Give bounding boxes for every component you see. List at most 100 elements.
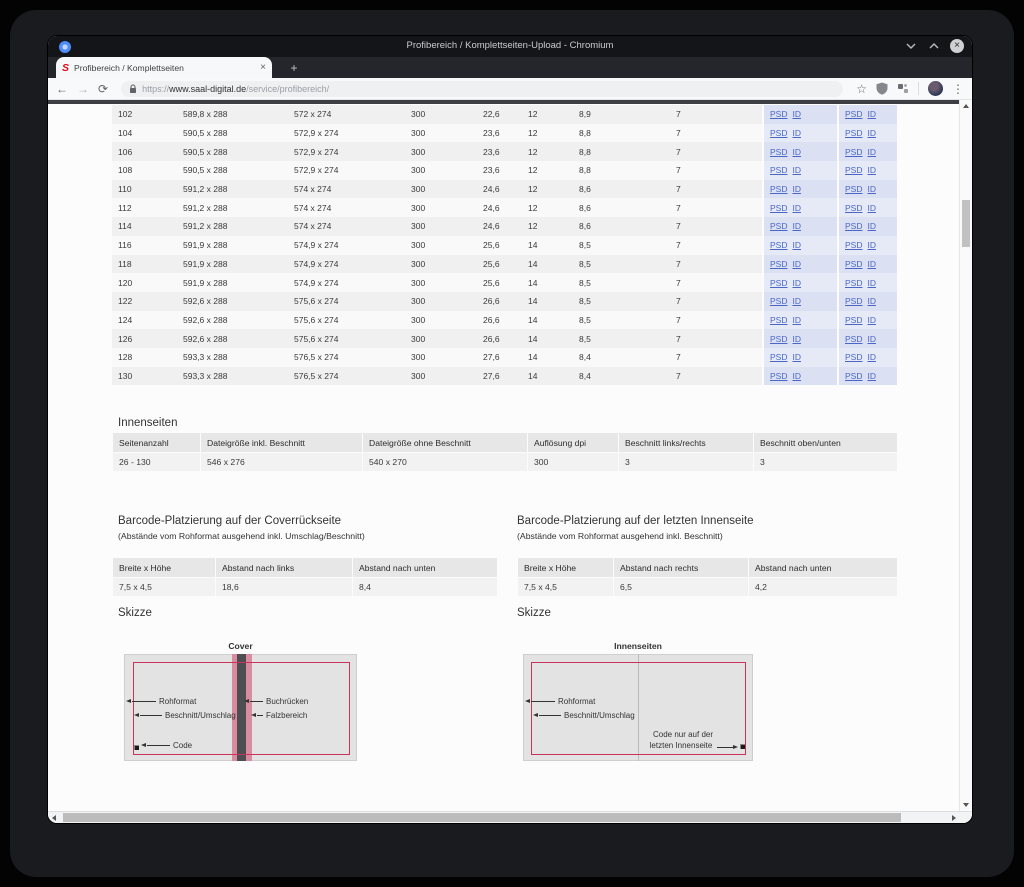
horizontal-scroll-thumb[interactable] <box>63 813 901 822</box>
psd-link[interactable]: PSD <box>845 371 862 381</box>
psd-link[interactable]: PSD <box>770 259 787 269</box>
id-link[interactable]: ID <box>867 240 876 250</box>
download-links-cell: PSD ID <box>837 124 897 143</box>
id-link[interactable]: ID <box>867 315 876 325</box>
table-cell: 592,6 x 288 <box>177 292 288 311</box>
scroll-right-icon[interactable] <box>952 815 956 821</box>
window-titlebar[interactable]: Profibereich / Komplettseiten-Upload - C… <box>48 36 972 57</box>
arrow-line <box>250 701 263 702</box>
id-link[interactable]: ID <box>792 371 801 381</box>
psd-link[interactable]: PSD <box>770 296 787 306</box>
maximize-chevron-icon[interactable] <box>927 39 941 53</box>
id-link[interactable]: ID <box>867 184 876 194</box>
id-link[interactable]: ID <box>867 352 876 362</box>
psd-link[interactable]: PSD <box>845 184 862 194</box>
psd-link[interactable]: PSD <box>770 278 787 288</box>
bookmark-star-icon[interactable]: ☆ <box>856 83 867 95</box>
id-link[interactable]: ID <box>792 278 801 288</box>
id-link[interactable]: ID <box>867 165 876 175</box>
psd-link[interactable]: PSD <box>845 315 862 325</box>
id-link[interactable]: ID <box>792 259 801 269</box>
vertical-scroll-thumb[interactable] <box>962 200 970 247</box>
psd-link[interactable]: PSD <box>770 334 787 344</box>
id-link[interactable]: ID <box>792 315 801 325</box>
table-cell: 590,5 x 288 <box>177 161 288 180</box>
id-link[interactable]: ID <box>867 147 876 157</box>
address-bar[interactable]: https://www.saal-digital.de/service/prof… <box>121 81 843 97</box>
id-link[interactable]: ID <box>867 221 876 231</box>
psd-link[interactable]: PSD <box>770 221 787 231</box>
back-icon[interactable]: ← <box>56 83 68 95</box>
new-tab-button[interactable]: + <box>286 60 302 76</box>
download-links-cell: PSD ID <box>762 124 837 143</box>
psd-link[interactable]: PSD <box>770 165 787 175</box>
id-link[interactable]: ID <box>867 278 876 288</box>
adblock-shield-icon[interactable] <box>876 82 888 95</box>
psd-link[interactable]: PSD <box>845 109 862 119</box>
table-cell: 23,6 <box>477 142 522 161</box>
arrowhead <box>244 699 249 703</box>
id-link[interactable]: ID <box>792 165 801 175</box>
close-window-icon[interactable]: × <box>950 39 964 53</box>
scroll-up-icon[interactable] <box>963 104 969 108</box>
id-link[interactable]: ID <box>867 334 876 344</box>
psd-link[interactable]: PSD <box>845 203 862 213</box>
psd-link[interactable]: PSD <box>845 128 862 138</box>
id-link[interactable]: ID <box>867 259 876 269</box>
extension-icon[interactable] <box>897 83 909 95</box>
table-cell: 591,2 x 288 <box>177 217 288 236</box>
id-link[interactable]: ID <box>867 371 876 381</box>
id-link[interactable]: ID <box>792 352 801 362</box>
id-link[interactable]: ID <box>792 334 801 344</box>
id-link[interactable]: ID <box>792 296 801 306</box>
psd-link[interactable]: PSD <box>770 352 787 362</box>
psd-link[interactable]: PSD <box>845 278 862 288</box>
psd-link[interactable]: PSD <box>845 165 862 175</box>
id-link[interactable]: ID <box>867 109 876 119</box>
minimize-chevron-icon[interactable] <box>904 39 918 53</box>
horizontal-scrollbar[interactable] <box>48 811 972 823</box>
id-link[interactable]: ID <box>792 203 801 213</box>
forward-icon[interactable]: → <box>77 83 89 95</box>
id-link[interactable]: ID <box>792 128 801 138</box>
psd-link[interactable]: PSD <box>770 128 787 138</box>
table-cell: 8,4 <box>352 577 497 596</box>
id-link[interactable]: ID <box>867 203 876 213</box>
id-link[interactable]: ID <box>792 240 801 250</box>
menu-kebab-icon[interactable]: ⋮ <box>952 83 964 95</box>
reload-icon[interactable]: ⟳ <box>98 83 108 95</box>
scroll-left-icon[interactable] <box>52 815 56 821</box>
cover-diagram: Rohformat Beschnitt/Umschlag Code Buchrü… <box>124 654 357 761</box>
psd-link[interactable]: PSD <box>845 334 862 344</box>
psd-link[interactable]: PSD <box>770 203 787 213</box>
psd-link[interactable]: PSD <box>770 184 787 194</box>
psd-link[interactable]: PSD <box>845 147 862 157</box>
browser-tab[interactable]: S Profibereich / Komplettseiten × <box>56 57 272 78</box>
table-cell: 14 <box>522 255 573 274</box>
psd-link[interactable]: PSD <box>770 315 787 325</box>
psd-link[interactable]: PSD <box>770 109 787 119</box>
tab-close-icon[interactable]: × <box>260 63 266 73</box>
table-cell: 300 <box>405 180 477 199</box>
vertical-scrollbar[interactable] <box>959 100 972 811</box>
psd-link[interactable]: PSD <box>845 221 862 231</box>
id-link[interactable]: ID <box>792 184 801 194</box>
download-links-cell: PSD ID <box>837 105 897 124</box>
scroll-down-icon[interactable] <box>963 803 969 807</box>
id-link[interactable]: ID <box>792 147 801 157</box>
table-cell: 118 <box>112 255 177 274</box>
psd-link[interactable]: PSD <box>845 296 862 306</box>
browser-window: Profibereich / Komplettseiten-Upload - C… <box>48 36 972 823</box>
profile-avatar[interactable] <box>928 81 943 96</box>
psd-link[interactable]: PSD <box>770 371 787 381</box>
id-link[interactable]: ID <box>867 128 876 138</box>
psd-link[interactable]: PSD <box>845 240 862 250</box>
id-link[interactable]: ID <box>792 109 801 119</box>
id-link[interactable]: ID <box>867 296 876 306</box>
psd-link[interactable]: PSD <box>770 240 787 250</box>
id-link[interactable]: ID <box>792 221 801 231</box>
psd-link[interactable]: PSD <box>845 259 862 269</box>
table-cell: 591,2 x 288 <box>177 198 288 217</box>
psd-link[interactable]: PSD <box>845 352 862 362</box>
psd-link[interactable]: PSD <box>770 147 787 157</box>
